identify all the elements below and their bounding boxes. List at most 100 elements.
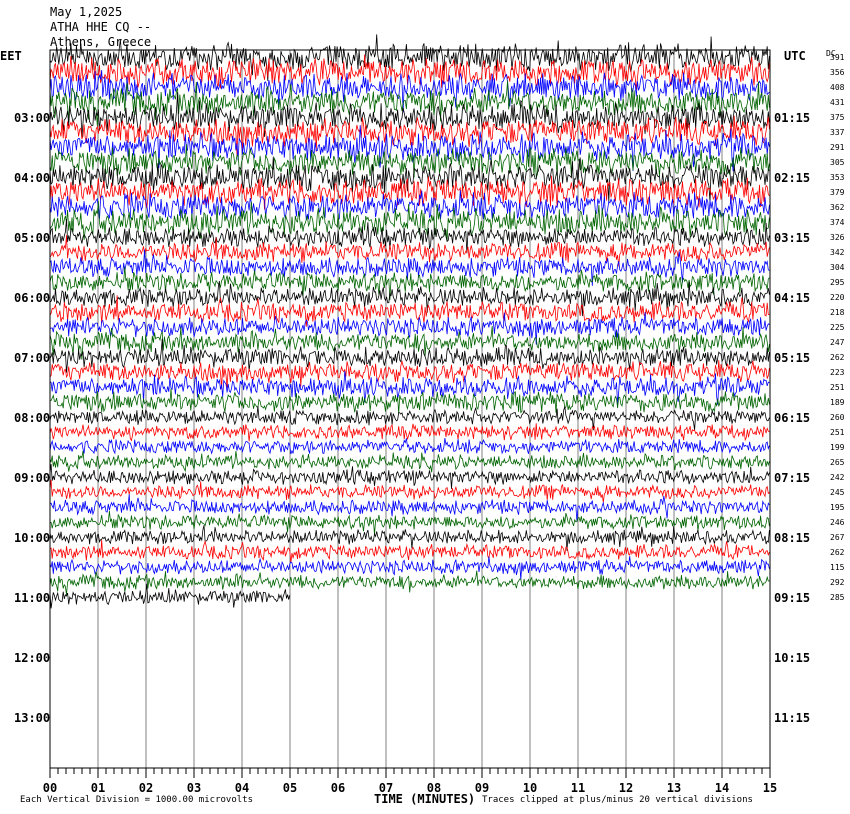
- dc-offset-label: 262: [830, 353, 845, 362]
- right-hour-label: 07:15: [774, 471, 810, 485]
- x-tick-label: 11: [571, 781, 585, 795]
- x-tick-label: 14: [715, 781, 729, 795]
- right-hour-label: 10:15: [774, 651, 810, 665]
- trace-19: [50, 312, 770, 345]
- dc-offset-label: 391: [830, 53, 845, 62]
- helicorder-chart: May 1,2025 ATHA HHE CQ -- Athens, Greece…: [0, 5, 845, 806]
- dc-offset-label: 431: [830, 98, 845, 107]
- dc-offset-label: 218: [830, 308, 845, 317]
- trace-group: [49, 34, 770, 609]
- trace-33: [49, 525, 770, 551]
- right-hour-label: 08:15: [774, 531, 810, 545]
- dc-offset-label: 225: [830, 323, 845, 332]
- x-axis-title: TIME (MINUTES): [374, 792, 475, 806]
- right-hour-label: 06:15: [774, 411, 810, 425]
- trace-31: [49, 494, 770, 521]
- scale-note: Each Vertical Division = 1000.00 microvo…: [20, 795, 253, 805]
- left-hour-labels: 03:00 04:00 05:00 06:00 07:00 08:00 09:00 10:00…: [14, 111, 50, 725]
- dc-offset-label: 342: [830, 248, 845, 257]
- left-hour-label: 09:00: [14, 471, 50, 485]
- trace-35: [49, 556, 770, 580]
- right-hour-label: 11:15: [774, 711, 810, 725]
- dc-offset-label: 251: [830, 428, 845, 437]
- trace-26: [49, 423, 770, 442]
- right-hour-label: 09:15: [774, 591, 810, 605]
- right-hour-label: 01:15: [774, 111, 810, 125]
- dc-offset-label: 353: [830, 173, 845, 182]
- trace-3: [49, 69, 770, 113]
- dc-offset-label: 304: [830, 263, 845, 272]
- dc-offset-labels: 391 356 408 431 375 337 291 305 353 379 362 374 326 3…: [830, 53, 845, 602]
- left-hour-label: 07:00: [14, 351, 50, 365]
- right-hour-label: 04:15: [774, 291, 810, 305]
- left-hour-label: 12:00: [14, 651, 50, 665]
- left-hour-label: 13:00: [14, 711, 50, 725]
- dc-offset-label: 375: [830, 113, 845, 122]
- clip-note: Traces clipped at plus/minus 20 vertical…: [482, 795, 753, 805]
- dc-offset-label: 115: [830, 563, 845, 572]
- header-station: ATHA HHE CQ --: [50, 20, 151, 34]
- dc-offset-label: 356: [830, 68, 845, 77]
- x-tick-label: 10: [523, 781, 537, 795]
- dc-offset-label: 246: [830, 518, 845, 527]
- left-hour-label: 06:00: [14, 291, 50, 305]
- dc-offset-label: 305: [830, 158, 845, 167]
- dc-offset-label: 285: [830, 593, 845, 602]
- x-axis: 00 01 02 03 04 05 06 07 08 09 10 11 12 13 14 15: [43, 768, 777, 795]
- x-tick-label: 05: [283, 781, 297, 795]
- x-tick-label: 09: [475, 781, 489, 795]
- dc-offset-label: 362: [830, 203, 845, 212]
- x-tick-label: 12: [619, 781, 633, 795]
- dc-offset-label: 245: [830, 488, 845, 497]
- trace-36: [49, 570, 770, 595]
- dc-offset-label: 223: [830, 368, 845, 377]
- right-hour-labels: 01:15 02:15 03:15 04:15 05:15 06:15 07:15 08:15…: [774, 111, 810, 725]
- dc-offset-label: 195: [830, 503, 845, 512]
- left-hour-label: 05:00: [14, 231, 50, 245]
- x-tick-label: 00: [43, 781, 57, 795]
- trace-24: [49, 388, 770, 414]
- dc-offset-label: 326: [830, 233, 845, 242]
- dc-offset-label: 260: [830, 413, 845, 422]
- dc-offset-label: 189: [830, 398, 845, 407]
- x-tick-label: 04: [235, 781, 249, 795]
- left-hour-label: 03:00: [14, 111, 50, 125]
- left-hour-label: 04:00: [14, 171, 50, 185]
- trace-37: [49, 583, 291, 609]
- dc-offset-label: 220: [830, 293, 845, 302]
- trace-32: [49, 510, 770, 536]
- dc-offset-label: 374: [830, 218, 845, 227]
- x-tick-label: 03: [187, 781, 201, 795]
- dc-offset-label: 295: [830, 278, 845, 287]
- right-hour-label: 05:15: [774, 351, 810, 365]
- dc-offset-label: 292: [830, 578, 845, 587]
- dc-offset-label: 408: [830, 83, 845, 92]
- dc-offset-label: 262: [830, 548, 845, 557]
- trace-27: [49, 438, 770, 455]
- right-hour-label: 03:15: [774, 231, 810, 245]
- x-tick-label: 02: [139, 781, 153, 795]
- x-tick-label: 06: [331, 781, 345, 795]
- dc-offset-label: 379: [830, 188, 845, 197]
- dc-offset-label: 247: [830, 338, 845, 347]
- right-timezone-label: UTC: [784, 49, 806, 63]
- trace-30: [49, 479, 770, 503]
- right-hour-label: 02:15: [774, 171, 810, 185]
- x-tick-label: 15: [763, 781, 777, 795]
- header-date: May 1,2025: [50, 5, 122, 19]
- dc-offset-label: 251: [830, 383, 845, 392]
- trace-22: [49, 359, 770, 390]
- left-timezone-label: EET: [0, 49, 22, 63]
- x-tick-label: 01: [91, 781, 105, 795]
- dc-offset-label: 291: [830, 143, 845, 152]
- dc-offset-label: 337: [830, 128, 845, 137]
- left-hour-label: 10:00: [14, 531, 50, 545]
- dc-offset-label: 267: [830, 533, 845, 542]
- dc-offset-label: 242: [830, 473, 845, 482]
- left-hour-label: 08:00: [14, 411, 50, 425]
- dc-offset-label: 199: [830, 443, 845, 452]
- dc-offset-label: 265: [830, 458, 845, 467]
- header-subtitle: Athens, Greece: [50, 35, 151, 49]
- left-hour-label: 11:00: [14, 591, 50, 605]
- trace-28: [49, 450, 770, 473]
